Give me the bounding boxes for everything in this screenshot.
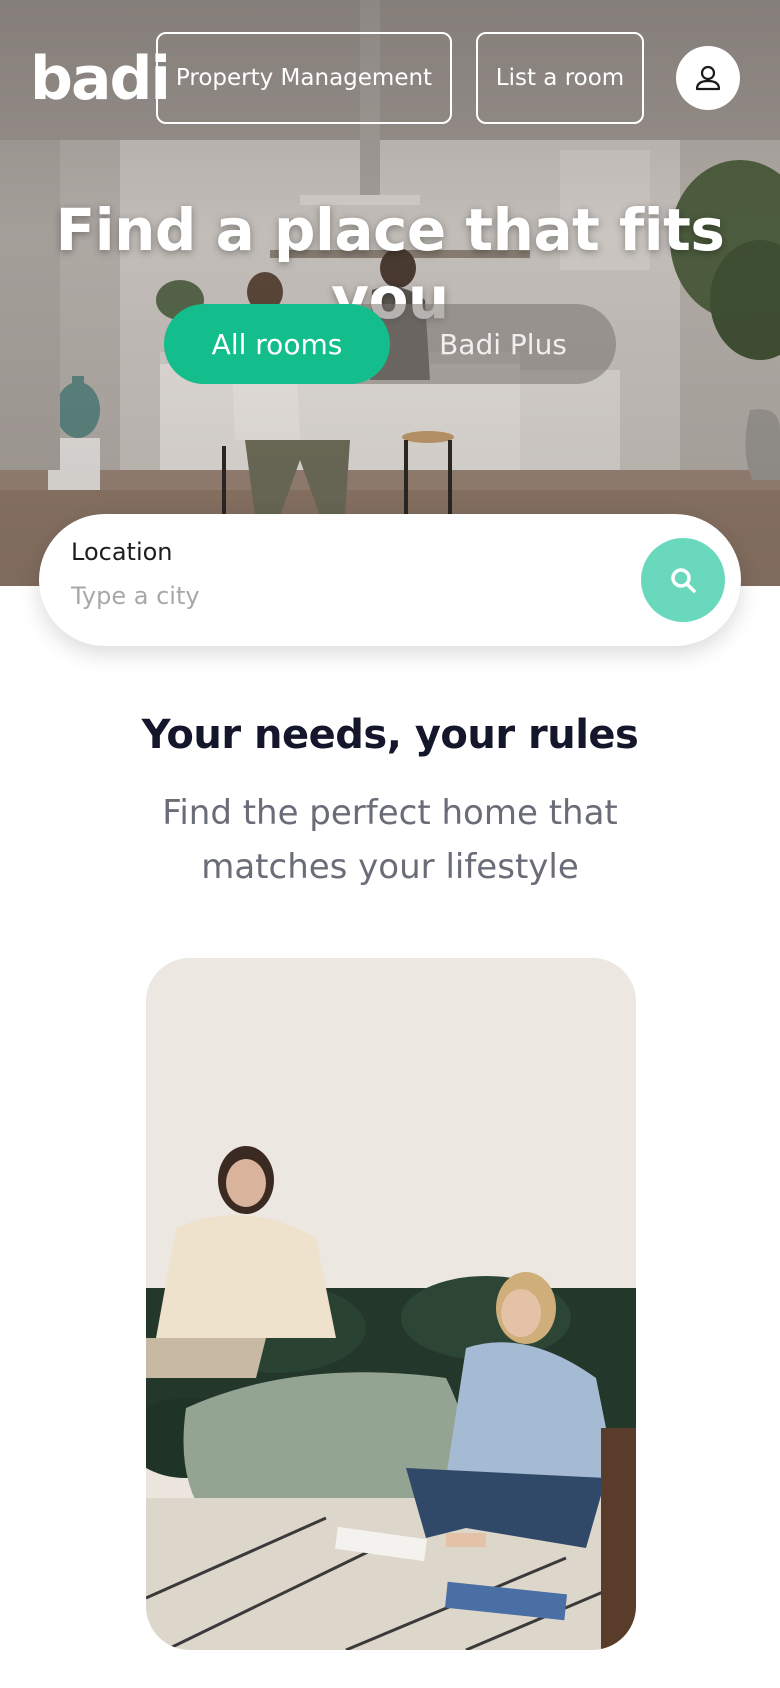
search-icon (671, 568, 696, 593)
location-search-bar: Location (39, 514, 741, 646)
user-icon (695, 65, 721, 91)
lifestyle-image (146, 958, 636, 1650)
room-type-tabs: All rooms Badi Plus (164, 304, 616, 384)
section-heading: Your needs, your rules (141, 712, 639, 758)
list-a-room-button[interactable]: List a room (476, 32, 644, 124)
badi-logo[interactable]: badi (30, 44, 171, 114)
location-input[interactable] (71, 576, 611, 616)
profile-button[interactable] (676, 46, 740, 110)
location-label: Location (71, 538, 173, 566)
section-subtitle: Find the perfect home that matches your … (162, 793, 618, 887)
lifestyle-photo (146, 958, 636, 1650)
search-button[interactable] (641, 538, 725, 622)
property-management-button[interactable]: Property Management (156, 32, 452, 124)
tab-all-rooms[interactable]: All rooms (164, 304, 390, 384)
tab-badi-plus[interactable]: Badi Plus (390, 304, 616, 384)
